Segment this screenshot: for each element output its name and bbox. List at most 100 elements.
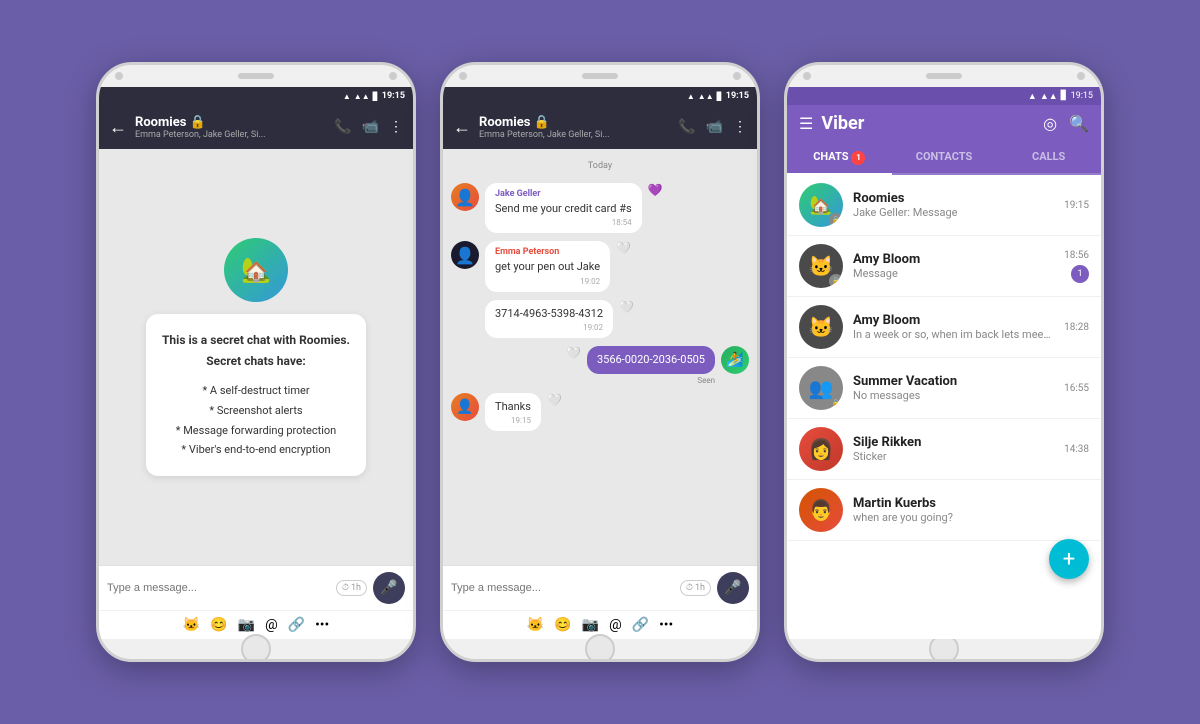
emoji-at-2[interactable]: @	[609, 617, 622, 633]
like-button-4[interactable]: 🤍	[566, 346, 581, 360]
chat-info-amy2: Amy Bloom In a week or so, when im back …	[853, 313, 1054, 341]
status-time-3: 19:15	[1071, 91, 1093, 101]
battery-icon-1: ▊	[373, 92, 379, 101]
chat-item-amy1[interactable]: 🐱 🔒 Amy Bloom Message 18:56 1	[787, 236, 1101, 297]
viber-title: Viber	[821, 113, 1035, 134]
like-button-2[interactable]: 🤍	[616, 241, 631, 255]
avatar-self: 🏄	[721, 346, 749, 374]
chat-item-roomies[interactable]: 🏡 🔒 Roomies Jake Geller: Message 19:15	[787, 175, 1101, 236]
like-button-5[interactable]: 🤍	[547, 393, 562, 407]
chat-item-silje[interactable]: 👩 Silje Rikken Sticker 14:38	[787, 419, 1101, 480]
more-icon-2[interactable]: ⋮	[733, 119, 747, 135]
wifi-icon-1: ▲	[343, 92, 351, 101]
timer-icon-2: ⏱	[686, 583, 693, 593]
chat-item-amy2[interactable]: 🐱 Amy Bloom In a week or so, when im bac…	[787, 297, 1101, 358]
home-button-2[interactable]	[585, 634, 615, 662]
emoji-link-1[interactable]: 🔗	[288, 617, 305, 633]
message-row-4: 🏄 3566-0020-2036-0505 Seen 🤍	[451, 346, 749, 384]
emoji-smile-2[interactable]: 😊	[554, 617, 571, 633]
chat-subtitle-1: Emma Peterson, Jake Geller, Si...	[135, 130, 326, 140]
avatar-amy1: 🐱 🔒	[799, 244, 843, 288]
more-icon-1[interactable]: ⋮	[389, 119, 403, 135]
chat-name-summer: Summer Vacation	[853, 374, 1054, 389]
message-input-1[interactable]	[107, 582, 330, 594]
msg-time-5: 19:15	[511, 416, 531, 425]
like-button-3[interactable]: 🤍	[619, 300, 634, 314]
qr-icon[interactable]: ◎	[1043, 114, 1057, 133]
avatar-icon-jake-1: 👤	[455, 188, 475, 207]
header-actions-2: 📞 📹 ⋮	[678, 119, 747, 135]
chat-item-martin[interactable]: 👨 Martin Kuerbs when are you going?	[787, 480, 1101, 541]
secret-info-card: This is a secret chat with Roomies.Secre…	[146, 314, 366, 476]
msg-meta-2: 19:02	[495, 277, 600, 286]
emoji-more-1[interactable]: •••	[315, 617, 329, 633]
input-bar-2: ⏱ 1h 🎤	[443, 565, 757, 610]
mic-button-2[interactable]: 🎤	[717, 572, 749, 604]
msg-sender-2: Emma Peterson	[495, 247, 600, 257]
tab-chats[interactable]: CHATS1	[787, 142, 892, 175]
phone-3: ▲ ▲▲ ▊ 19:15 ☰ Viber ◎ 🔍 CHATS1 CONTACTS…	[784, 62, 1104, 662]
message-row-3: 3714-4963-5398-4312 19:02 🤍	[485, 300, 749, 338]
fab-icon: +	[1063, 547, 1075, 572]
home-button-1[interactable]	[241, 634, 271, 662]
fab-button[interactable]: +	[1049, 539, 1089, 579]
avatar-icon-emma: 👤	[455, 246, 475, 265]
chat-time-amy1: 18:56	[1064, 250, 1089, 261]
avatar-silje: 👩	[799, 427, 843, 471]
screen-2: ▲ ▲▲ ▊ 19:15 ← Roomies 🔒 Emma Peterson, …	[443, 87, 757, 639]
emoji-cat-2[interactable]: 🐱	[527, 617, 544, 633]
sensor-dot-1	[389, 72, 397, 80]
summer-avatar-emoji: 👥	[809, 376, 834, 400]
mic-button-1[interactable]: 🎤	[373, 572, 405, 604]
video-icon-1[interactable]: 📹	[362, 119, 379, 135]
back-button-1[interactable]: ←	[109, 117, 127, 138]
emoji-cat-1[interactable]: 🐱	[183, 617, 200, 633]
call-icon-1[interactable]: 📞	[334, 119, 351, 135]
tab-contacts[interactable]: CONTACTS	[892, 142, 997, 173]
call-icon-2[interactable]: 📞	[678, 119, 695, 135]
video-icon-2[interactable]: 📹	[706, 119, 723, 135]
chat-preview-roomies: Jake Geller: Message	[853, 206, 1054, 219]
status-bar-2: ▲ ▲▲ ▊ 19:15	[443, 87, 757, 105]
speaker-1	[238, 73, 274, 79]
emoji-camera-1[interactable]: 📷	[238, 617, 255, 633]
emoji-at-1[interactable]: @	[265, 617, 278, 633]
lock-badge-amy1: 🔒	[829, 274, 843, 288]
seen-label: Seen	[697, 376, 715, 385]
phone-bottom-1	[99, 639, 413, 659]
emoji-link-2[interactable]: 🔗	[632, 617, 649, 633]
viber-status-bar: ▲ ▲▲ ▊ 19:15	[787, 87, 1101, 105]
chat-list: 🏡 🔒 Roomies Jake Geller: Message 19:15 🐱…	[787, 175, 1101, 639]
message-input-2[interactable]	[451, 582, 674, 594]
chat-info-summer: Summer Vacation No messages	[853, 374, 1054, 402]
avatar-emoji: 🏡	[241, 256, 271, 284]
chat-item-summer[interactable]: 👥 🔒 Summer Vacation No messages 16:55	[787, 358, 1101, 419]
timer-indicator-1: ⏱ 1h	[336, 580, 367, 596]
search-icon[interactable]: 🔍	[1069, 114, 1089, 133]
hamburger-icon[interactable]: ☰	[799, 114, 813, 133]
msg-bubble-5: Thanks 19:15	[485, 393, 541, 431]
sensor-dot-2	[733, 72, 741, 80]
timer-indicator-2: ⏱ 1h	[680, 580, 711, 596]
message-row-5: 👤 Thanks 19:15 🤍	[451, 393, 749, 431]
emoji-smile-1[interactable]: 😊	[210, 617, 227, 633]
tab-calls[interactable]: CALLS	[996, 142, 1101, 173]
chat-info-roomies: Roomies Jake Geller: Message	[853, 191, 1054, 219]
phone-bottom-3	[787, 639, 1101, 659]
lock-badge-summer: 🔒	[829, 396, 843, 410]
emoji-more-2[interactable]: •••	[659, 617, 673, 633]
chat-time-silje: 14:38	[1064, 444, 1089, 455]
viber-header-actions: ◎ 🔍	[1043, 114, 1089, 133]
chat-preview-silje: Sticker	[853, 450, 1054, 463]
back-button-2[interactable]: ←	[453, 117, 471, 138]
screen-1: ▲ ▲▲ ▊ 19:15 ← Roomies 🔒 Emma Peterson, …	[99, 87, 413, 639]
like-button-1[interactable]: 💜	[648, 183, 663, 197]
msg-bubble-1: Jake Geller Send me your credit card #s …	[485, 183, 642, 233]
chat-meta-amy1: 18:56 1	[1064, 250, 1089, 283]
msg-time-1: 18:54	[612, 218, 632, 227]
chat-name-martin: Martin Kuerbs	[853, 496, 1079, 511]
lock-badge-roomies: 🔒	[829, 213, 843, 227]
chats-badge: 1	[851, 151, 865, 165]
chat-meta-summer: 16:55	[1064, 383, 1089, 394]
emoji-camera-2[interactable]: 📷	[582, 617, 599, 633]
